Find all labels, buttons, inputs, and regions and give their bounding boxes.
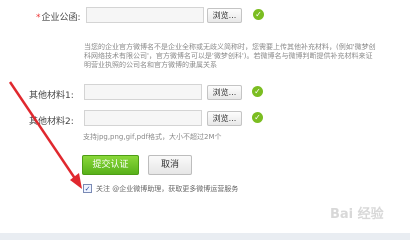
arrow-shaft xyxy=(8,81,78,181)
watermark: Bai 经验 xyxy=(330,207,384,222)
bottom-strip xyxy=(0,233,410,240)
